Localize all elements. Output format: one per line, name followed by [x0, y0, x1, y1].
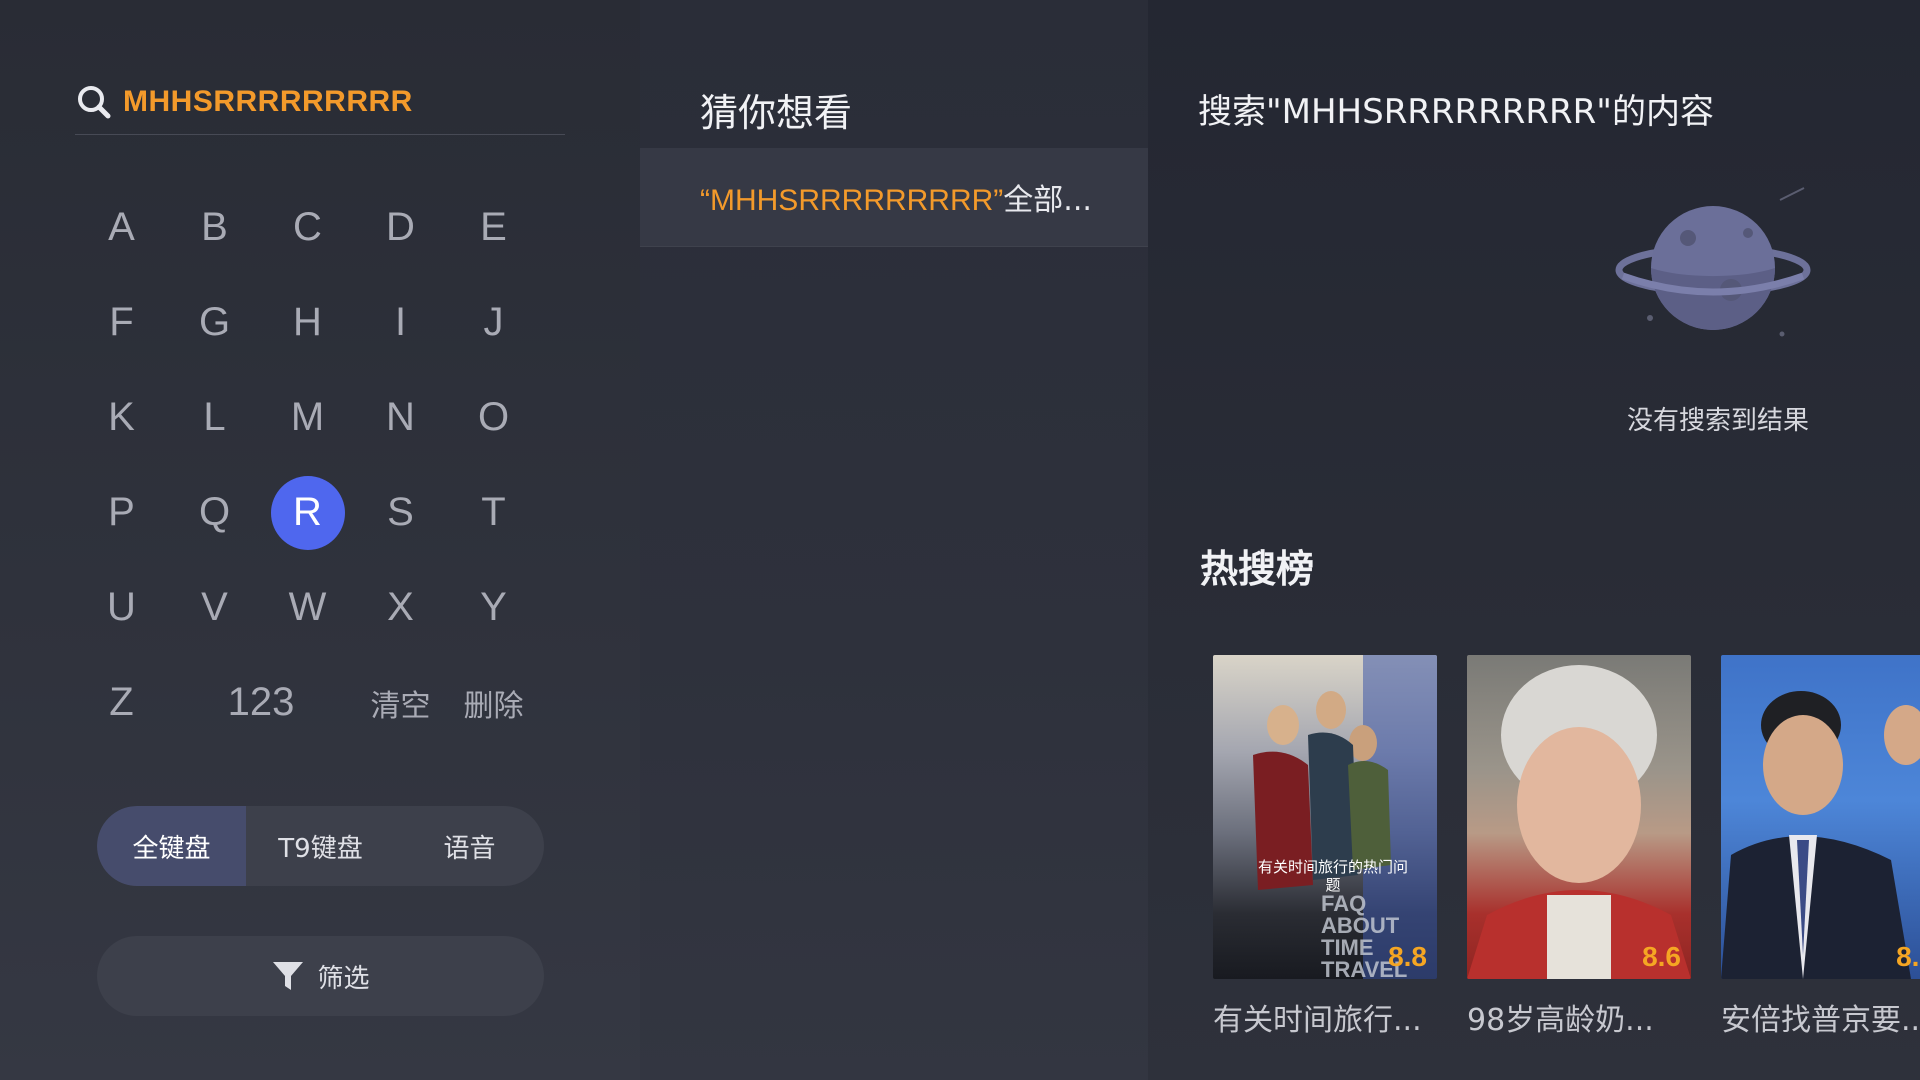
key-c[interactable]: C [261, 191, 354, 265]
suggestion-suffix: 全部... [1003, 183, 1092, 218]
delete-key[interactable]: 删除 [447, 666, 540, 740]
hot-item-card[interactable]: 8.3 安倍找普京要... [1721, 655, 1920, 1039]
key-u[interactable]: U [75, 571, 168, 645]
card-title: 有关时间旅行... [1213, 1003, 1422, 1038]
results-panel: 搜索"MHHSRRRRRRRRR"的内容 没有搜索到结果 热搜榜 有关时间旅行的… [1148, 0, 1920, 1080]
key-row: U V W X Y [75, 560, 540, 655]
key-f[interactable]: F [75, 286, 168, 360]
key-h[interactable]: H [261, 286, 354, 360]
search-query: MHHSRRRRRRRRR [123, 85, 413, 118]
card-title: 98岁高龄奶... [1467, 1003, 1654, 1038]
planet-icon [1608, 178, 1818, 348]
search-bar[interactable]: MHHSRRRRRRRRR [75, 70, 565, 135]
key-row: F G H I J [75, 275, 540, 370]
key-v[interactable]: V [168, 571, 261, 645]
key-row: A B C D E [75, 180, 540, 275]
filter-button[interactable]: 筛选 [97, 936, 544, 1016]
key-m[interactable]: M [261, 381, 354, 455]
card-title: 安倍找普京要... [1721, 1003, 1920, 1038]
key-q[interactable]: Q [168, 476, 261, 550]
filter-icon [271, 958, 307, 994]
keyboard-panel: MHHSRRRRRRRRR A B C D E F G H I J K L M … [0, 0, 640, 1080]
keyboard-mode-switch: 全键盘 T9键盘 语音 [97, 806, 544, 886]
results-title: 搜索"MHHSRRRRRRRRR"的内容 [1198, 92, 1714, 132]
hot-item-card[interactable]: 8.6 98岁高龄奶... [1467, 655, 1691, 1039]
rating-badge: 8.3 [1896, 941, 1920, 972]
search-icon [75, 82, 115, 122]
key-row: Z 123 清空 删除 [75, 655, 540, 750]
key-row: K L M N O [75, 370, 540, 465]
clear-key[interactable]: 清空 [354, 666, 447, 740]
key-s[interactable]: S [354, 476, 447, 550]
hot-search-title: 热搜榜 [1200, 547, 1315, 591]
key-k[interactable]: K [75, 381, 168, 455]
suggestions-panel: 猜你想看 “MHHSRRRRRRRRR”全部... [640, 0, 1148, 1080]
key-j[interactable]: J [447, 286, 540, 360]
suggestions-title: 猜你想看 [700, 91, 853, 135]
poster-image: 8.6 [1467, 655, 1691, 979]
mode-full-keyboard[interactable]: 全键盘 [97, 806, 246, 886]
key-z[interactable]: Z [75, 666, 168, 740]
key-p[interactable]: P [75, 476, 168, 550]
rating-badge: 8.6 [1642, 941, 1681, 972]
key-y[interactable]: Y [447, 571, 540, 645]
selected-key-highlight: R [270, 475, 345, 550]
poster-image: 有关时间旅行的热门问题 FAQ ABOUT TIME TRAVEL 8.8 [1213, 655, 1437, 979]
no-results-message: 没有搜索到结果 [1626, 406, 1809, 436]
key-l[interactable]: L [168, 381, 261, 455]
key-g[interactable]: G [168, 286, 261, 360]
key-e[interactable]: E [447, 191, 540, 265]
key-n[interactable]: N [354, 381, 447, 455]
key-r-selected[interactable]: R [261, 475, 354, 550]
key-i[interactable]: I [354, 286, 447, 360]
mode-t9-keyboard[interactable]: T9键盘 [246, 806, 395, 886]
poster-caption: 有关时间旅行的热门问题 [1257, 858, 1408, 894]
key-x[interactable]: X [354, 571, 447, 645]
search-screen: MHHSRRRRRRRRR A B C D E F G H I J K L M … [0, 0, 1920, 1080]
filter-label: 筛选 [317, 963, 370, 994]
key-b[interactable]: B [168, 191, 261, 265]
mode-voice[interactable]: 语音 [395, 806, 544, 886]
numbers-key[interactable]: 123 [168, 666, 354, 740]
key-a[interactable]: A [75, 191, 168, 265]
hot-item-card[interactable]: 有关时间旅行的热门问题 FAQ ABOUT TIME TRAVEL 8.8 有关… [1213, 655, 1437, 1039]
suggestion-text: “MHHSRRRRRRRRR”全部... [700, 175, 1092, 219]
suggestion-item[interactable]: “MHHSRRRRRRRRR”全部... [640, 148, 1148, 247]
letter-keyboard: A B C D E F G H I J K L M N O P Q R S T … [75, 180, 540, 750]
poster-image: 8.3 [1721, 655, 1920, 979]
key-d[interactable]: D [354, 191, 447, 265]
key-o[interactable]: O [447, 381, 540, 455]
key-row: P Q R S T [75, 465, 540, 560]
key-t[interactable]: T [447, 476, 540, 550]
suggestion-keyword: “MHHSRRRRRRRRR” [700, 184, 1004, 217]
key-w[interactable]: W [261, 571, 354, 645]
rating-badge: 8.8 [1388, 941, 1427, 972]
